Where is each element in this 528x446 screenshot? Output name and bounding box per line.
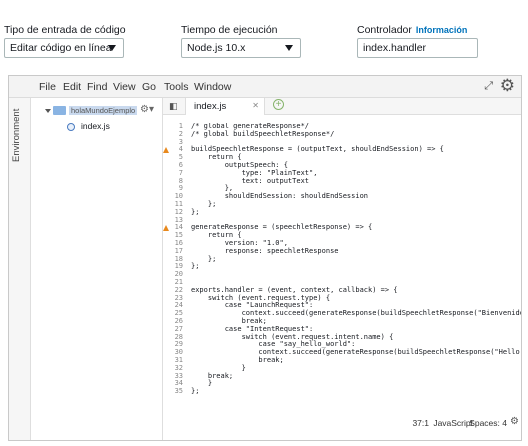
tab-index-js[interactable]: index.js ✕	[185, 98, 265, 115]
environment-panel-toggle[interactable]: Environment	[9, 98, 31, 440]
gear-icon[interactable]: ⚙	[510, 416, 519, 427]
code-line[interactable]: 11 };	[163, 200, 521, 209]
code-line[interactable]: 19};	[163, 263, 521, 271]
runtime-select[interactable]: Node.js 10.x	[181, 38, 301, 58]
ide-menubar: File Edit Find View Go Tools Window ⤢ ⚙	[9, 76, 521, 98]
status-bar: 37:1 JavaScript Spaces: 4 ⚙	[163, 416, 521, 432]
tree-file-index-js[interactable]: index.js	[67, 121, 110, 133]
code-line[interactable]: 18 };	[163, 255, 521, 264]
editor-pane: ◧ index.js ✕ + 1/* global generateRespon…	[163, 98, 521, 440]
js-file-icon	[67, 122, 75, 131]
code-line[interactable]: 17 response: speechletResponse	[163, 247, 521, 256]
code-text: shouldEndSession: shouldEndSession	[191, 192, 369, 201]
code-line[interactable]: 20	[163, 270, 521, 279]
code-text: };	[191, 262, 200, 271]
file-tree: holaMundoEjemplo ⚙▾ index.js	[31, 98, 163, 440]
menu-view[interactable]: View	[113, 81, 136, 93]
tree-file-label: index.js	[81, 121, 110, 131]
close-icon[interactable]: ✕	[252, 101, 259, 110]
tree-root-folder[interactable]: holaMundoEjemplo ⚙▾	[45, 104, 157, 117]
handler-label: Controlador Información	[357, 24, 467, 36]
code-entry-label: Tipo de entrada de código	[4, 24, 126, 36]
code-line[interactable]: 12};	[163, 207, 521, 217]
handler-input[interactable]: index.handler	[357, 38, 478, 58]
code-editor-ide: File Edit Find View Go Tools Window ⤢ ⚙ …	[8, 75, 522, 441]
runtime-label: Tiempo de ejecución	[181, 24, 278, 36]
tab-label: index.js	[194, 101, 227, 112]
code-line[interactable]: 2/* global buildSpeechletResponse*/	[163, 129, 521, 139]
code-line[interactable]: 34 }	[163, 380, 521, 388]
indent-setting[interactable]: Spaces: 4	[469, 418, 507, 428]
environment-label: Environment	[11, 108, 22, 162]
code-line[interactable]: 35};	[163, 387, 521, 396]
pane-menu-icon[interactable]: ◧	[169, 101, 178, 112]
code-entry-value: Editar código en línea	[10, 42, 112, 54]
code-entry-select[interactable]: Editar código en línea	[4, 38, 124, 58]
cursor-position[interactable]: 37:1	[412, 418, 429, 428]
chevron-down-icon[interactable]	[45, 108, 51, 113]
editor-tabbar: ◧ index.js ✕ +	[163, 98, 521, 115]
code-text: };	[191, 387, 200, 396]
folder-icon	[53, 106, 66, 116]
chevron-down-icon	[285, 45, 293, 51]
language-mode[interactable]: JavaScript	[433, 418, 473, 428]
menu-window[interactable]: Window	[194, 81, 231, 93]
chevron-down-icon	[108, 45, 116, 51]
code-line[interactable]: 33 break;	[163, 372, 521, 381]
menu-file[interactable]: File	[39, 81, 56, 93]
gear-icon[interactable]: ⚙▾	[140, 104, 154, 115]
menu-find[interactable]: Find	[87, 81, 107, 93]
code-line[interactable]: 10 shouldEndSession: shouldEndSession	[163, 192, 521, 201]
menu-edit[interactable]: Edit	[63, 81, 81, 93]
code-text: };	[191, 207, 200, 216]
runtime-value: Node.js 10.x	[187, 42, 246, 54]
code-area[interactable]: 1/* global generateResponse*/2/* global …	[163, 123, 521, 418]
line-number: 35	[174, 387, 183, 396]
gear-icon[interactable]: ⚙	[500, 77, 515, 95]
add-tab-icon[interactable]: +	[273, 99, 284, 110]
menu-tools[interactable]: Tools	[164, 81, 189, 93]
info-link[interactable]: Información	[416, 25, 468, 35]
handler-label-text: Controlador	[357, 24, 412, 36]
code-text: /* global buildSpeechletResponse*/	[191, 129, 335, 138]
menu-go[interactable]: Go	[142, 81, 156, 93]
tree-root-label: holaMundoEjemplo	[69, 106, 138, 116]
fullscreen-icon[interactable]: ⤢	[484, 80, 493, 93]
